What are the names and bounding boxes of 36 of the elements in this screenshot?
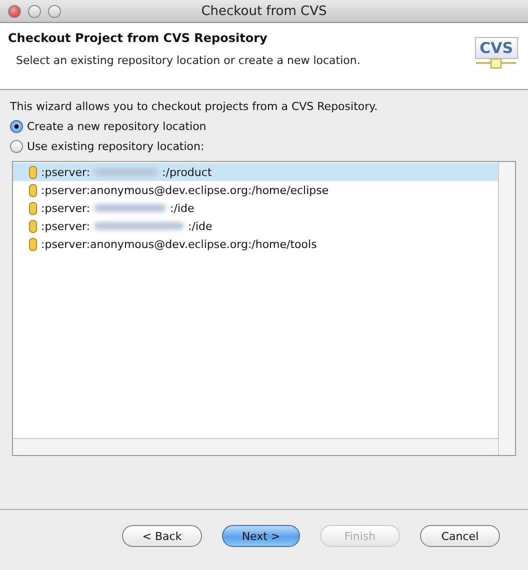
database-icon [29, 220, 37, 232]
close-button[interactable] [8, 4, 21, 18]
radio-option[interactable]: Create a new repository location [10, 120, 516, 133]
page-description: Select an existing repository location or create a new location. [16, 54, 360, 67]
database-icon [29, 238, 37, 250]
location-item[interactable]: :pserver: :/product [13, 163, 498, 181]
radio-icon[interactable] [10, 140, 23, 153]
location-item[interactable]: :pserver:anonymous@dev.eclipse.org:/home/eclipse [13, 181, 498, 199]
page-title: Checkout Project from CVS Repository [8, 31, 268, 45]
location-path: :/ide [170, 202, 194, 214]
vertical-scrollbar[interactable] [498, 162, 515, 455]
location-text: :pserver:anonymous@dev.eclipse.org:/home/tools [41, 238, 317, 250]
window-title: Checkout from CVS [201, 4, 327, 18]
location-path: :/product [162, 166, 212, 178]
database-icon [29, 166, 37, 178]
radio-option[interactable]: Use existing repository location: [10, 140, 516, 153]
minimize-button[interactable] [28, 4, 41, 18]
intro-text: This wizard allows you to checkout projects from a CVS Repository. [10, 100, 379, 113]
wizard-button[interactable]: Cancel [420, 525, 500, 547]
location-text: :pserver:anonymous@dev.eclipse.org:/home/eclipse [41, 184, 329, 196]
wizard-button[interactable]: Next > [222, 525, 300, 547]
zoom-button[interactable] [48, 4, 61, 18]
location-text: :pserver: [41, 220, 90, 232]
location-item[interactable]: :pserver:anonymous@dev.eclipse.org:/home/tools [13, 235, 498, 253]
horizontal-scrollbar[interactable] [13, 438, 498, 455]
location-item[interactable]: :pserver: :/ide [13, 199, 498, 217]
database-icon [29, 184, 37, 196]
location-text: :pserver: [41, 166, 90, 178]
location-path: :/ide [188, 220, 212, 232]
database-icon [29, 202, 37, 214]
location-text: :pserver: [41, 202, 90, 214]
connector-icon [476, 59, 516, 69]
radio-icon[interactable] [10, 120, 23, 133]
wizard-button[interactable]: < Back [122, 525, 202, 547]
cvs-logo: CVS [474, 37, 518, 59]
location-item[interactable]: :pserver: :/ide [13, 217, 498, 235]
